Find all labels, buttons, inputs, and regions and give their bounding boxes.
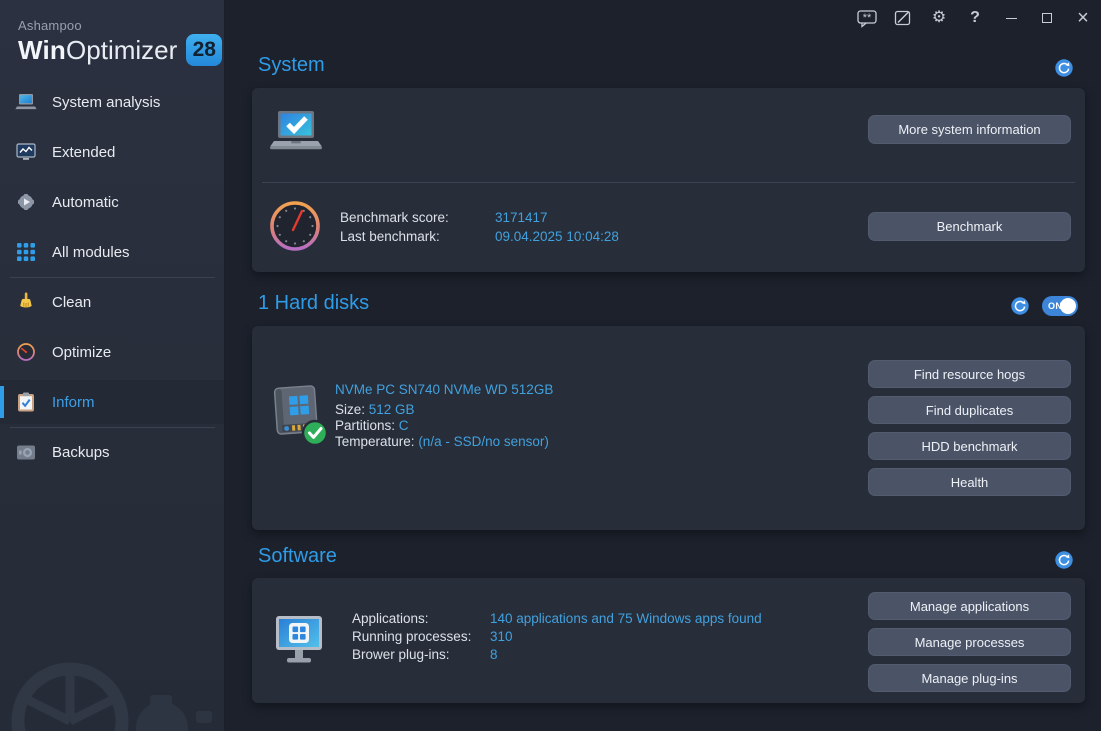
benchmark-score-label: Benchmark score: <box>340 210 449 225</box>
find-resource-hogs-button[interactable]: Find resource hogs <box>868 360 1071 388</box>
disk-temperature-row: Temperature: (n/a - SSD/no sensor) <box>335 434 549 449</box>
camera-icon <box>14 440 38 464</box>
sidebar-divider <box>10 277 215 278</box>
settings-button[interactable]: ⚙ <box>921 3 957 33</box>
refresh-icon <box>1055 551 1073 569</box>
toggle-knob <box>1060 298 1076 314</box>
sidebar-item-label: Optimize <box>52 344 111 361</box>
sidebar-item-label: Backups <box>52 444 110 461</box>
decorative-gears <box>0 601 225 731</box>
plugins-value: 8 <box>490 647 498 662</box>
grid-icon <box>14 240 38 264</box>
refresh-icon <box>1011 297 1029 315</box>
refresh-software-button[interactable] <box>1055 551 1073 569</box>
hard-disk-icon <box>268 384 330 448</box>
refresh-hard-disks-button[interactable] <box>1011 297 1029 315</box>
sidebar-item-clean[interactable]: Clean <box>0 280 225 324</box>
brand-optimizer: Optimizer <box>66 35 177 66</box>
benchmark-score-value: 3171417 <box>495 210 548 225</box>
brand-win: Win <box>18 35 66 66</box>
monitor-chart-icon <box>14 140 38 164</box>
edit-note-icon <box>894 9 912 27</box>
speedometer-icon <box>14 340 38 364</box>
more-system-information-button[interactable]: More system information <box>868 115 1071 144</box>
section-title-system: System <box>258 54 325 77</box>
sidebar-divider <box>10 427 215 428</box>
hard-disks-toggle[interactable]: ON <box>1042 296 1078 316</box>
minimize-button[interactable] <box>993 3 1029 33</box>
section-title-hard-disks: 1 Hard disks <box>258 292 369 315</box>
manage-processes-button[interactable]: Manage processes <box>868 628 1071 656</box>
hdd-benchmark-button[interactable]: HDD benchmark <box>868 432 1071 460</box>
software-card: Applications: Running processes: Brower … <box>252 578 1085 703</box>
processes-label: Running processes: <box>352 629 471 644</box>
benchmark-button[interactable]: Benchmark <box>868 212 1071 241</box>
size-value: 512 GB <box>369 402 415 417</box>
laptop-check-icon <box>269 110 323 156</box>
applications-monitor-icon <box>274 612 324 668</box>
benchmark-gauge-icon <box>269 200 321 252</box>
window-controls: ** ⚙ ? × <box>849 2 1101 34</box>
laptop-icon <box>14 90 38 114</box>
sidebar-item-extended[interactable]: Extended <box>0 130 225 174</box>
sidebar-item-optimize[interactable]: Optimize <box>0 330 225 374</box>
help-button[interactable]: ? <box>957 3 993 33</box>
processes-value: 310 <box>490 629 513 644</box>
gear-icon: ⚙ <box>932 10 946 26</box>
sidebar-item-inform[interactable]: Inform <box>0 380 225 424</box>
sidebar-item-label: All modules <box>52 244 130 261</box>
version-badge: 28 <box>186 34 222 66</box>
refresh-icon <box>1055 59 1073 77</box>
disk-partitions-row: Partitions: C <box>335 418 409 433</box>
svg-text:**: ** <box>863 12 872 24</box>
sidebar-item-backups[interactable]: Backups <box>0 430 225 474</box>
disk-name-link[interactable]: NVMe PC SN740 NVMe WD 512GB <box>335 382 553 397</box>
temperature-value: (n/a - SSD/no sensor) <box>418 434 549 449</box>
maximize-button[interactable] <box>1029 3 1065 33</box>
sidebar: Ashampoo WinOptimizer 28 System analysis… <box>0 0 225 731</box>
broom-icon <box>14 290 38 314</box>
partitions-label: Partitions: <box>335 418 395 433</box>
notes-button[interactable] <box>885 3 921 33</box>
find-duplicates-button[interactable]: Find duplicates <box>868 396 1071 424</box>
manage-applications-button[interactable]: Manage applications <box>868 592 1071 620</box>
maximize-icon <box>1042 13 1052 23</box>
sidebar-item-label: Clean <box>52 294 91 311</box>
sidebar-item-automatic[interactable]: Automatic <box>0 180 225 224</box>
temperature-label: Temperature: <box>335 434 415 449</box>
sidebar-item-label: Inform <box>52 394 95 411</box>
hard-disks-card: NVMe PC SN740 NVMe WD 512GB Size: 512 GB… <box>252 326 1085 530</box>
partitions-value: C <box>399 418 409 433</box>
plugins-label: Brower plug-ins: <box>352 647 450 662</box>
disk-size-row: Size: 512 GB <box>335 402 415 417</box>
sidebar-item-system-analysis[interactable]: System analysis <box>0 80 225 124</box>
sidebar-item-label: Automatic <box>52 194 119 211</box>
applications-value: 140 applications and 75 Windows apps fou… <box>490 611 762 626</box>
sidebar-item-all-modules[interactable]: All modules <box>0 230 225 274</box>
section-title-software: Software <box>258 545 337 568</box>
minimize-icon <box>1006 18 1017 19</box>
gear-play-icon <box>14 190 38 214</box>
feedback-icon: ** <box>857 9 877 28</box>
close-icon: × <box>1077 8 1089 28</box>
manage-plugins-button[interactable]: Manage plug-ins <box>868 664 1071 692</box>
close-button[interactable]: × <box>1065 3 1101 33</box>
refresh-system-button[interactable] <box>1055 59 1073 77</box>
card-divider <box>262 182 1075 183</box>
sidebar-item-label: Extended <box>52 144 115 161</box>
system-card: More system information Benchmark score:… <box>252 88 1085 272</box>
sidebar-item-label: System analysis <box>52 94 160 111</box>
health-button[interactable]: Health <box>868 468 1071 496</box>
last-benchmark-value: 09.04.2025 10:04:28 <box>495 229 619 244</box>
size-label: Size: <box>335 402 365 417</box>
applications-label: Applications: <box>352 611 429 626</box>
help-icon: ? <box>970 10 980 26</box>
last-benchmark-label: Last benchmark: <box>340 229 440 244</box>
brand-ashampoo: Ashampoo <box>18 18 222 33</box>
app-logo: Ashampoo WinOptimizer 28 <box>18 18 222 66</box>
clipboard-check-icon <box>14 390 38 414</box>
feedback-button[interactable]: ** <box>849 3 885 33</box>
